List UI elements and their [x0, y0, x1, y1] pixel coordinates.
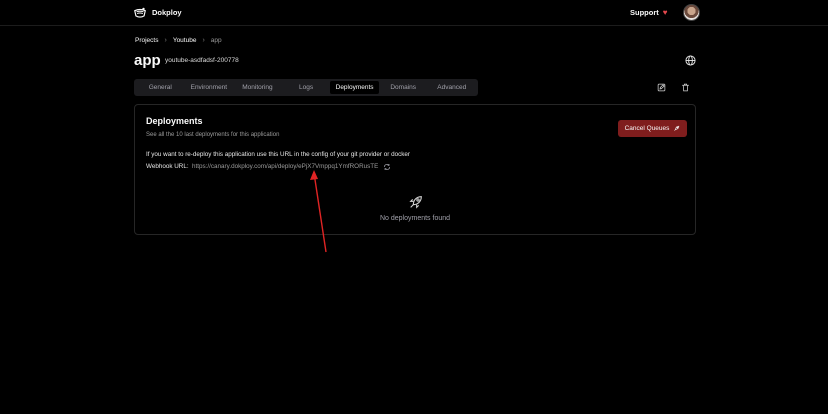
cancel-queues-label: Cancel Queues: [624, 125, 670, 132]
deployments-subtitle: See all the 10 last deployments for this…: [146, 132, 280, 138]
cancel-queues-button[interactable]: Cancel Queues: [618, 120, 687, 137]
tab-environment[interactable]: Environment: [185, 81, 234, 94]
refresh-icon[interactable]: [383, 163, 391, 171]
top-bar: Dokploy Support ♥: [0, 0, 828, 26]
empty-state-message: No deployments found: [379, 215, 451, 222]
edit-icon[interactable]: [657, 83, 666, 92]
breadcrumb-projects[interactable]: Projects: [135, 37, 158, 44]
tab-deployments[interactable]: Deployments: [330, 81, 379, 94]
avatar[interactable]: [683, 4, 700, 21]
support-label: Support: [630, 8, 659, 17]
breadcrumb-chevron-icon: ›: [202, 37, 205, 44]
trash-icon[interactable]: [681, 83, 690, 92]
heart-icon: ♥: [662, 7, 668, 17]
breadcrumb-chevron-icon: ›: [164, 37, 167, 44]
tab-logs[interactable]: Logs: [282, 81, 331, 94]
breadcrumb-current: app: [210, 37, 222, 44]
rocket-icon: [674, 125, 680, 131]
tab-domains[interactable]: Domains: [379, 81, 428, 94]
logo-icon[interactable]: [133, 6, 147, 20]
globe-icon[interactable]: [685, 55, 696, 66]
app-id: youtube-asdfadsf-200778: [165, 57, 239, 64]
breadcrumb: Projects › Youtube › app: [135, 37, 222, 44]
redeploy-info: If you want to re-deploy this applicatio…: [146, 151, 411, 158]
tab-advanced[interactable]: Advanced: [427, 81, 476, 94]
tab-bar: General Environment Monitoring Logs Depl…: [134, 79, 478, 96]
annotation-arrow: [310, 170, 327, 253]
webhook-label: Webhook URL:: [146, 163, 189, 170]
brand-name[interactable]: Dokploy: [152, 8, 182, 17]
rocket-icon: [409, 196, 422, 209]
deployments-card: Deployments See all the 10 last deployme…: [134, 104, 696, 235]
support-link[interactable]: Support ♥: [630, 8, 668, 17]
tab-general[interactable]: General: [136, 81, 185, 94]
page-title: app: [134, 52, 161, 69]
deployments-title: Deployments: [146, 116, 203, 126]
tab-monitoring[interactable]: Monitoring: [233, 81, 282, 94]
webhook-url[interactable]: https://canary.dokploy.com/api/deploy/eP…: [192, 163, 378, 170]
breadcrumb-project[interactable]: Youtube: [173, 37, 197, 44]
